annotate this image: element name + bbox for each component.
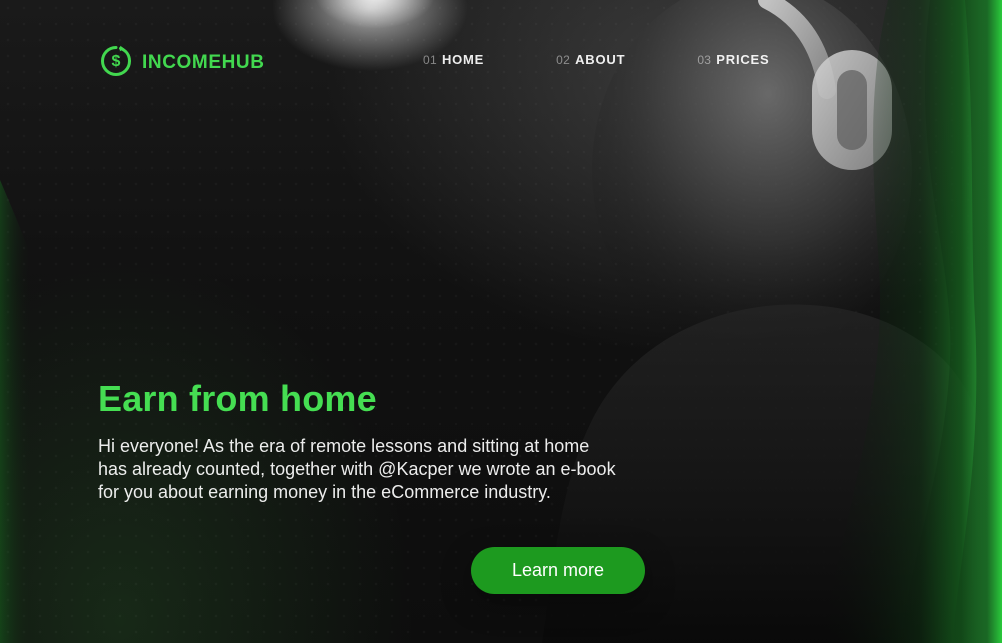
hero-content: Earn from home Hi everyone! As the era o…: [98, 378, 698, 504]
learn-more-button[interactable]: Learn more: [471, 547, 645, 594]
nav-item-about[interactable]: 02 ABOUT: [556, 52, 625, 67]
top-navigation-bar: $ INCOMEHUB 01 HOME 02 ABOUT 03 PRICES: [0, 0, 1002, 120]
main-menu: 01 HOME 02 ABOUT 03 PRICES: [423, 52, 769, 67]
nav-item-number: 02: [556, 53, 571, 67]
brand-logo-link[interactable]: $ INCOMEHUB: [98, 42, 265, 80]
nav-item-home[interactable]: 01 HOME: [423, 52, 484, 67]
hero-description-line: for you about earning money in the eComm…: [98, 482, 551, 503]
hero-description: Hi everyone! As the era of remote lesson…: [98, 435, 668, 504]
hero-description-line: has already counted, together with @Kacp…: [98, 459, 616, 480]
nav-item-prices[interactable]: 03 PRICES: [697, 52, 769, 67]
nav-item-label: PRICES: [716, 52, 770, 67]
hero-title: Earn from home: [98, 378, 377, 419]
nav-item-number: 03: [697, 53, 712, 67]
dollar-refresh-icon: $: [98, 43, 134, 79]
svg-text:$: $: [112, 53, 121, 70]
nav-item-number: 01: [423, 53, 437, 67]
hero-description-line: Hi everyone! As the era of remote lesson…: [98, 436, 590, 457]
brand-name: INCOMEHUB: [142, 51, 265, 73]
nav-item-label: HOME: [441, 52, 485, 67]
nav-item-label: ABOUT: [575, 52, 626, 67]
